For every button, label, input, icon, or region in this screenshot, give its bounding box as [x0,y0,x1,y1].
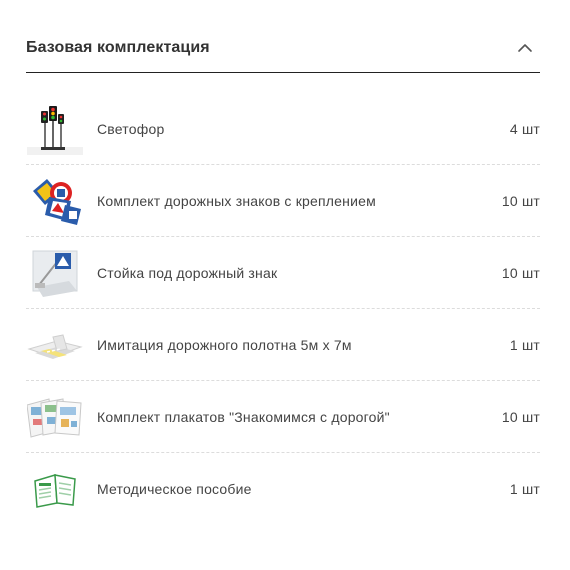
collapse-button[interactable] [512,35,538,61]
item-name: Методическое пособие [97,480,252,497]
chevron-up-icon [518,44,532,52]
list-item: Комплект дорожных знаков с креплением 10… [26,165,540,237]
list-item: Комплект плакатов "Знакомимся с дорогой"… [26,381,540,453]
list-item: Стойка под дорожный знак 10 шт [26,237,540,309]
sign-stand-image [27,247,83,299]
item-name: Комплект дорожных знаков с креплением [97,192,376,209]
equipment-list: Светофор 4 шт Комплект дорожных знаков с… [26,93,540,524]
item-name: Стойка под дорожный знак [97,264,278,281]
item-name: Имитация дорожного полотна 5м х 7м [97,336,352,353]
list-item: Светофор 4 шт [26,93,540,165]
section-header[interactable]: Базовая комплектация [26,26,540,73]
posters-image [27,391,83,443]
section-title: Базовая комплектация [26,39,210,56]
item-quantity: 10 шт [501,408,540,425]
item-quantity: 10 шт [501,264,540,281]
item-quantity: 10 шт [501,192,540,209]
road-signs-image [27,175,83,227]
list-item: Имитация дорожного полотна 5м х 7м 1 шт [26,309,540,381]
item-quantity: 1 шт [509,336,540,353]
item-name: Комплект плакатов "Знакомимся с дорогой" [97,408,390,425]
traffic-light-image [27,103,83,155]
road-mat-image [27,319,83,371]
manual-book-image [27,463,83,515]
item-quantity: 1 шт [509,480,540,497]
equipment-panel: Базовая комплектация Светофор 4 шт Компл… [26,26,540,524]
item-quantity: 4 шт [509,120,540,137]
item-name: Светофор [97,120,165,137]
list-item: Методическое пособие 1 шт [26,453,540,524]
